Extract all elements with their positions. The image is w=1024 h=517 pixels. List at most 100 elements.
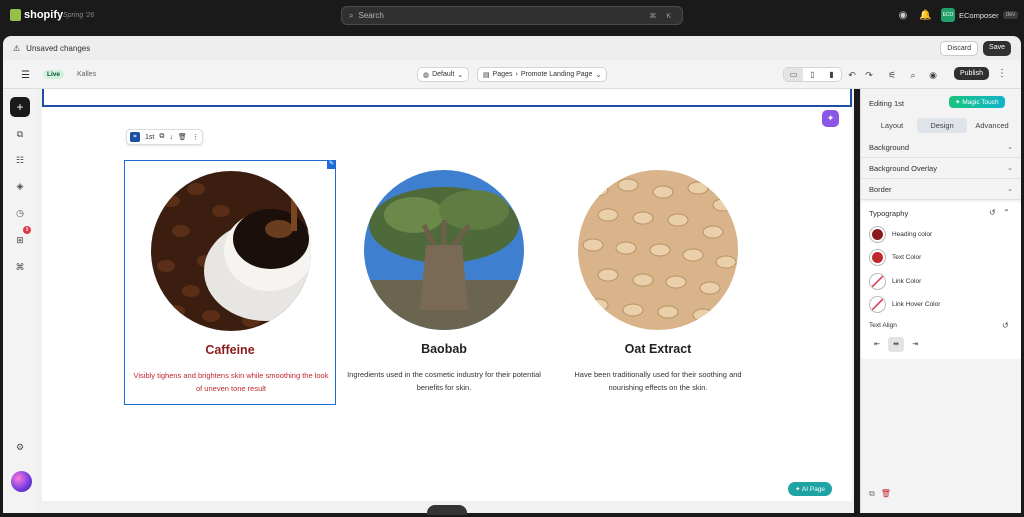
align-left-icon[interactable]: ⇤ <box>869 337 885 352</box>
panel-footer: ⧉ 🗑 <box>869 489 891 499</box>
brand-name: shopify <box>24 9 64 21</box>
section-background-overlay[interactable]: Background Overlay ⌄ <box>861 158 1021 179</box>
element-tag: 1st <box>145 133 155 141</box>
assistant-icon[interactable]: ◉ <box>897 10 909 22</box>
reset-icon[interactable]: ↺ <box>989 208 996 217</box>
element-toolbar: ⌗ 1st ⧉ ↓ 🗑 ⋮ <box>126 129 203 145</box>
search-input[interactable]: ⌕ Search ⌘ K <box>341 6 683 25</box>
device-select[interactable]: ◍ Default ⌄ <box>417 67 470 82</box>
chevron-down-icon: ⌄ <box>457 71 464 79</box>
text-align-label: Text Align <box>869 322 897 329</box>
chevron-up-icon[interactable]: ⌃ <box>1003 208 1010 217</box>
trash-icon[interactable]: 🗑 <box>881 489 891 499</box>
card-title: Caffeine <box>205 343 255 357</box>
shopify-bag-icon <box>10 9 21 21</box>
preview-eye-icon[interactable]: ◉ <box>926 68 940 82</box>
tab-advanced[interactable]: Advanced <box>967 118 1017 133</box>
card-description: Visibly tighens and brightens skin while… <box>133 371 329 393</box>
link-hover-color-row[interactable]: Link Hover Color <box>869 296 940 313</box>
edit-pencil-icon[interactable]: ✎ <box>327 160 336 169</box>
text-color-row[interactable]: Text Color <box>869 249 921 266</box>
unsaved-changes-bar: ⚠ Unsaved changes Discard Save <box>3 36 1021 60</box>
card-description: Ingredients used in the cosmetic industr… <box>347 370 541 392</box>
heading-color-swatch[interactable] <box>869 226 886 243</box>
text-align-options: ⇤ ⇹ ⇥ <box>869 337 923 352</box>
link-hover-color-swatch[interactable] <box>869 296 886 313</box>
page-select[interactable]: ▤ Pages › Promote Landing Page ⌄ <box>477 67 608 82</box>
settings-sliders-icon[interactable]: ⚟ <box>885 68 899 82</box>
align-right-icon[interactable]: ⇥ <box>907 337 923 352</box>
publish-button[interactable]: Publish <box>954 67 989 80</box>
discard-button[interactable]: Discard <box>940 40 979 56</box>
layers-icon[interactable]: ◈ <box>12 178 28 194</box>
left-sidebar: + ⧉ ☷ ◈ ◷ ⊞ 9 ⌘ ⚙ <box>3 89 36 513</box>
tablet-icon[interactable]: ▯ <box>803 68 822 81</box>
search-shortcut: ⌘ K <box>649 12 675 20</box>
section-background[interactable]: Background ⌄ <box>861 137 1021 158</box>
text-color-swatch[interactable] <box>869 249 886 266</box>
magic-touch-button[interactable]: ✦ Magic Touch <box>949 96 1005 108</box>
more-icon[interactable]: ⋮ <box>192 133 199 141</box>
ingredient-card-selected[interactable]: ✎ Caffeine Visibly tighens and brightens… <box>124 160 336 405</box>
notification-badge: 9 <box>23 226 31 234</box>
apps-icon[interactable]: ⌘ <box>12 259 28 275</box>
reset-icon[interactable]: ↺ <box>1002 321 1009 330</box>
pages-list-icon[interactable]: ☷ <box>12 152 28 168</box>
card-title: Oat Extract <box>624 342 692 356</box>
color-label: Heading color <box>892 231 933 238</box>
save-button[interactable]: Save <box>983 40 1011 56</box>
previous-section-outline <box>42 89 852 107</box>
chevron-down-icon: ⌄ <box>1007 144 1013 151</box>
tab-layout[interactable]: Layout <box>867 118 917 133</box>
ai-assistant-orb[interactable] <box>11 471 32 492</box>
history-icon[interactable]: ◷ <box>12 205 28 221</box>
live-badge: Live <box>43 70 65 79</box>
add-element-icon[interactable]: + <box>10 97 30 117</box>
link-color-swatch[interactable] <box>869 273 886 290</box>
device-select-value: Default <box>432 71 455 78</box>
store-tag: dev <box>1002 11 1019 19</box>
ingredient-card[interactable]: Baobab Ingredients used in the cosmetic … <box>338 160 550 405</box>
page-canvas: ✦ ⌗ 1st ⧉ ↓ 🗑 ⋮ ✎ Caffeine Visibly tighe… <box>42 89 852 501</box>
section-label: Background <box>869 142 910 152</box>
admin-topbar: shopify Spring '26 ⌕ Search ⌘ K ◉ 🔔 ECO … <box>0 0 1024 32</box>
move-down-icon[interactable]: ↓ <box>169 134 173 141</box>
chevron-down-icon: ⌄ <box>1007 186 1013 193</box>
store-avatar: ECO <box>941 8 955 22</box>
editor-toolbar: ☰ Live Kalles ◍ Default ⌄ ▤ Pages › Prom… <box>3 60 1021 89</box>
delete-icon[interactable]: 🗑 <box>178 133 187 141</box>
align-center-icon[interactable]: ⇹ <box>888 337 904 352</box>
typography-section: Typography ↺ ⌃ Heading color Text Color … <box>861 202 1021 359</box>
more-icon[interactable]: ⋮ <box>997 68 1007 79</box>
section-label: Background Overlay <box>869 163 937 173</box>
mobile-icon[interactable]: ▮ <box>822 68 841 81</box>
pages-icon: ▤ <box>483 71 490 79</box>
panel-tabs: Layout Design Advanced <box>867 118 1017 133</box>
link-color-row[interactable]: Link Color <box>869 273 921 290</box>
duplicate-icon[interactable]: ⧉ <box>159 133 164 141</box>
inspect-icon[interactable]: ⌕ <box>906 68 920 82</box>
section-border[interactable]: Border ⌄ <box>861 179 1021 200</box>
ai-page-button[interactable]: ✦ AI Page <box>788 482 833 496</box>
card-title: Baobab <box>421 342 467 356</box>
store-switcher[interactable]: ECO EComposer dev <box>941 8 1019 22</box>
undo-icon[interactable]: ↶ <box>845 68 859 82</box>
redo-icon[interactable]: ↷ <box>862 68 876 82</box>
breadcrumb-separator-icon: › <box>515 71 518 78</box>
menu-icon[interactable]: ☰ <box>21 70 30 81</box>
search-icon: ⌕ <box>349 10 354 20</box>
sections-icon[interactable]: ⧉ <box>12 126 28 142</box>
copy-icon[interactable]: ⧉ <box>869 489 875 499</box>
notification-bell-icon[interactable]: 🔔 <box>919 10 931 22</box>
settings-panel: Editing 1st ✦ Magic Touch Layout Design … <box>860 89 1021 513</box>
ingredient-card[interactable]: Oat Extract Have been traditionally used… <box>552 160 764 405</box>
sparkle-icon[interactable]: ✦ <box>822 110 839 127</box>
heading-color-row[interactable]: Heading color <box>869 226 932 243</box>
shopify-logo[interactable]: shopify <box>10 9 63 21</box>
desktop-icon[interactable]: ▭ <box>784 68 803 81</box>
gear-icon[interactable]: ⚙ <box>12 439 28 455</box>
bottom-drawer-handle[interactable] <box>427 505 467 515</box>
ai-page-label: AI Page <box>801 486 826 493</box>
inbox-icon[interactable]: ⊞ <box>12 232 28 248</box>
tab-design[interactable]: Design <box>917 118 967 133</box>
